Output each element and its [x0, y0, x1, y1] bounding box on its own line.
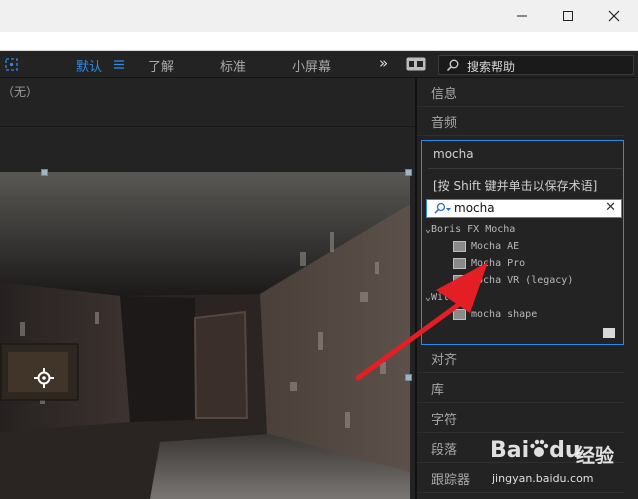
- panel-paragraph-label: 段落: [431, 443, 458, 458]
- effect-icon: [453, 309, 466, 320]
- workspace-small-screen[interactable]: 小屏幕: [292, 56, 331, 75]
- panel-info-label: 信息: [431, 87, 458, 102]
- workspace-standard[interactable]: 标准: [220, 56, 246, 75]
- search-help-placeholder: 搜索帮助: [467, 60, 516, 74]
- baidu-watermark: Bai du 经验 jingyan.baidu.com: [468, 430, 638, 499]
- snap-icon[interactable]: [4, 57, 19, 72]
- minimize-icon: [517, 15, 527, 17]
- tree-item-mocha-ae[interactable]: Mocha AE: [471, 241, 519, 252]
- effect-icon: [453, 258, 466, 269]
- watermark-brand: Bai du: [490, 438, 581, 463]
- effects-search-input[interactable]: mocha ✕: [426, 199, 622, 218]
- search-help-input[interactable]: 搜索帮助: [438, 55, 634, 75]
- composition-viewer[interactable]: [0, 172, 410, 499]
- workspace-toolbar: 默认 了解 标准 小屏幕 » 搜索帮助: [0, 51, 638, 78]
- maximize-button[interactable]: [545, 0, 591, 32]
- panel-info[interactable]: 信息: [417, 78, 624, 107]
- panel-audio-label: 音频: [431, 116, 458, 131]
- panel-library-label: 库: [431, 383, 445, 398]
- workspace-menu-icon[interactable]: [114, 60, 124, 69]
- layer-handle-top-right[interactable]: [405, 169, 412, 176]
- minimize-button[interactable]: [499, 0, 545, 32]
- close-icon: [608, 10, 620, 22]
- scene-image: [0, 172, 410, 499]
- tree-group-witte[interactable]: ⌄Witte: [425, 292, 461, 303]
- effects-presets-panel: mocha [按 Shift 键并单击以保存术语] mocha ✕ ⌄Boris…: [421, 140, 624, 345]
- new-preset-icon[interactable]: [603, 328, 615, 338]
- after-effects-window: 默认 了解 标准 小屏幕 » 搜索帮助 （无） 信息 音频 对齐 库 字符 段落…: [0, 0, 638, 499]
- composition-panel: （无）: [0, 78, 415, 499]
- panel-character[interactable]: 字符: [417, 404, 624, 433]
- panel-tracker-label: 跟踪器: [431, 473, 471, 488]
- panel-align[interactable]: 对齐: [417, 344, 624, 373]
- tree-item-mocha-vr[interactable]: Mocha VR (legacy): [471, 275, 573, 286]
- effects-panel-title: mocha: [433, 147, 474, 161]
- tree-item-mocha-shape[interactable]: mocha shape: [471, 309, 537, 320]
- search-dropdown-icon[interactable]: [432, 202, 452, 215]
- effects-panel-tab[interactable]: mocha: [428, 141, 622, 169]
- watermark-url: jingyan.baidu.com: [492, 472, 594, 485]
- menu-bar: [0, 32, 638, 51]
- panel-divider: [0, 126, 415, 127]
- workspace-default[interactable]: 默认: [76, 56, 102, 75]
- anchor-point-icon[interactable]: [34, 368, 54, 388]
- search-icon: [446, 59, 459, 72]
- panel-library[interactable]: 库: [417, 374, 624, 403]
- clear-search-button[interactable]: ✕: [605, 200, 616, 215]
- save-term-hint: [按 Shift 键并单击以保存术语]: [433, 179, 598, 193]
- title-bar: [0, 0, 638, 32]
- watermark-zh: 经验: [576, 445, 615, 467]
- tree-group-boris[interactable]: ⌄Boris FX Mocha: [425, 224, 515, 235]
- layer-handle-right[interactable]: [405, 374, 412, 381]
- effect-icon: [453, 275, 466, 286]
- tree-group-label: Boris FX Mocha: [431, 224, 516, 235]
- effects-search-value: mocha: [454, 201, 495, 215]
- panel-align-label: 对齐: [431, 353, 458, 368]
- panel-character-label: 字符: [431, 413, 458, 428]
- layer-name-label: （无）: [2, 85, 39, 99]
- layer-handle-top[interactable]: [41, 169, 48, 176]
- workspace-learn[interactable]: 了解: [148, 56, 174, 75]
- panel-audio[interactable]: 音频: [417, 107, 624, 136]
- settings-toggle-icon[interactable]: [406, 57, 426, 71]
- close-button[interactable]: [591, 0, 637, 32]
- effect-icon: [453, 241, 466, 252]
- tree-item-mocha-pro[interactable]: Mocha Pro: [471, 258, 525, 269]
- paw-icon: [530, 439, 549, 457]
- maximize-icon: [563, 11, 573, 21]
- tree-group-label: Witte: [431, 292, 462, 303]
- workspace-overflow-button[interactable]: »: [379, 54, 388, 72]
